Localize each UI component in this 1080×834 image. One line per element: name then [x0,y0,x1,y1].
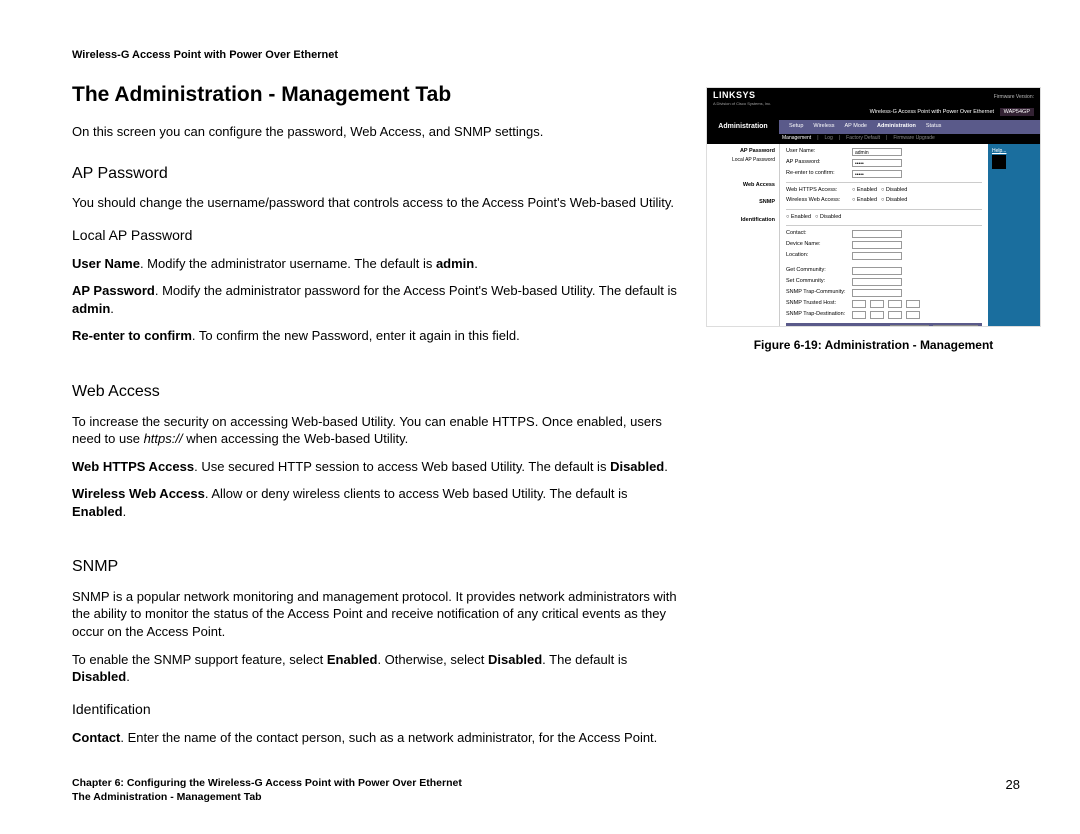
screenshot-section-label: Administration [707,120,779,134]
section-local-ap-password-heading: Local AP Password [72,226,682,245]
ap-password-desc: AP Password. Modify the administrator pa… [72,282,682,317]
screenshot-radio[interactable]: Disabled [815,214,841,221]
screenshot-password-input[interactable]: ••••• [852,159,902,167]
screenshot-subnav[interactable]: Firmware Upgrade [893,135,934,142]
page-footer: Chapter 6: Configuring the Wireless-G Ac… [72,776,1020,804]
screenshot-reenter-input[interactable]: ••••• [852,170,902,178]
web-https-desc: Web HTTPS Access. Use secured HTTP sessi… [72,458,682,476]
screenshot-tab[interactable]: Status [926,123,942,130]
screenshot-tab[interactable]: Wireless [813,123,834,130]
screenshot-input[interactable] [852,267,902,275]
screenshot-subnav[interactable]: Factory Default [846,135,880,142]
cisco-logo-icon [992,155,1006,169]
figure-caption: Figure 6-19: Administration - Management [706,337,1041,353]
intro-paragraph: On this screen you can configure the pas… [72,123,682,141]
reenter-desc: Re-enter to confirm. To confirm the new … [72,327,682,345]
page-number: 28 [1006,776,1020,794]
screenshot-brand: LINKSYS [713,89,771,101]
screenshot-input[interactable] [852,278,902,286]
screenshot-subnav[interactable]: Log [825,135,833,142]
screenshot-help-link[interactable]: Help... [992,148,1036,155]
page-title: The Administration - Management Tab [72,81,682,109]
section-web-access-heading: Web Access [72,381,682,403]
screenshot-input[interactable] [852,289,902,297]
ap-password-intro: You should change the username/password … [72,194,682,212]
snmp-intro: SNMP is a popular network monitoring and… [72,588,682,641]
screenshot-radio[interactable]: Enabled [852,197,877,204]
section-identification-heading: Identification [72,700,682,719]
contact-desc: Contact. Enter the name of the contact p… [72,729,682,747]
figure-column: LINKSYS A Division of Cisco Systems, Inc… [706,81,1041,756]
screenshot-tab[interactable]: Setup [789,123,803,130]
user-name-desc: User Name. Modify the administrator user… [72,255,682,273]
screenshot-input[interactable] [852,311,866,319]
screenshot-cancel-button[interactable]: Cancel Changes [933,325,978,327]
screenshot-username-input[interactable]: admin [852,148,902,156]
screenshot-input[interactable] [852,230,902,238]
web-access-intro: To increase the security on accessing We… [72,413,682,448]
screenshot-admin-management: LINKSYS A Division of Cisco Systems, Inc… [706,87,1041,327]
screenshot-radio[interactable]: Disabled [881,187,907,194]
reenter-label: Re-enter to confirm [72,328,192,343]
screenshot-subnav[interactable]: Management [782,135,811,142]
product-header: Wireless-G Access Point with Power Over … [72,48,1020,63]
footer-chapter: Chapter 6: Configuring the Wireless-G Ac… [72,776,1020,790]
wireless-web-desc: Wireless Web Access. Allow or deny wirel… [72,485,682,520]
ap-password-label: AP Password [72,283,155,298]
section-snmp-heading: SNMP [72,556,682,578]
footer-section: The Administration - Management Tab [72,790,1020,804]
user-name-label: User Name [72,256,140,271]
screenshot-input[interactable] [852,252,902,260]
screenshot-radio[interactable]: Enabled [786,214,811,221]
screenshot-tab[interactable]: AP Mode [844,123,867,130]
snmp-enable-desc: To enable the SNMP support feature, sele… [72,651,682,686]
screenshot-input[interactable] [852,241,902,249]
screenshot-tab[interactable]: Administration [877,123,916,130]
screenshot-radio[interactable]: Disabled [881,197,907,204]
screenshot-radio[interactable]: Enabled [852,187,877,194]
body-text-column: The Administration - Management Tab On t… [72,81,682,756]
section-ap-password-heading: AP Password [72,163,682,185]
screenshot-input[interactable] [852,300,866,308]
screenshot-save-button[interactable]: Save Settings [890,325,929,327]
